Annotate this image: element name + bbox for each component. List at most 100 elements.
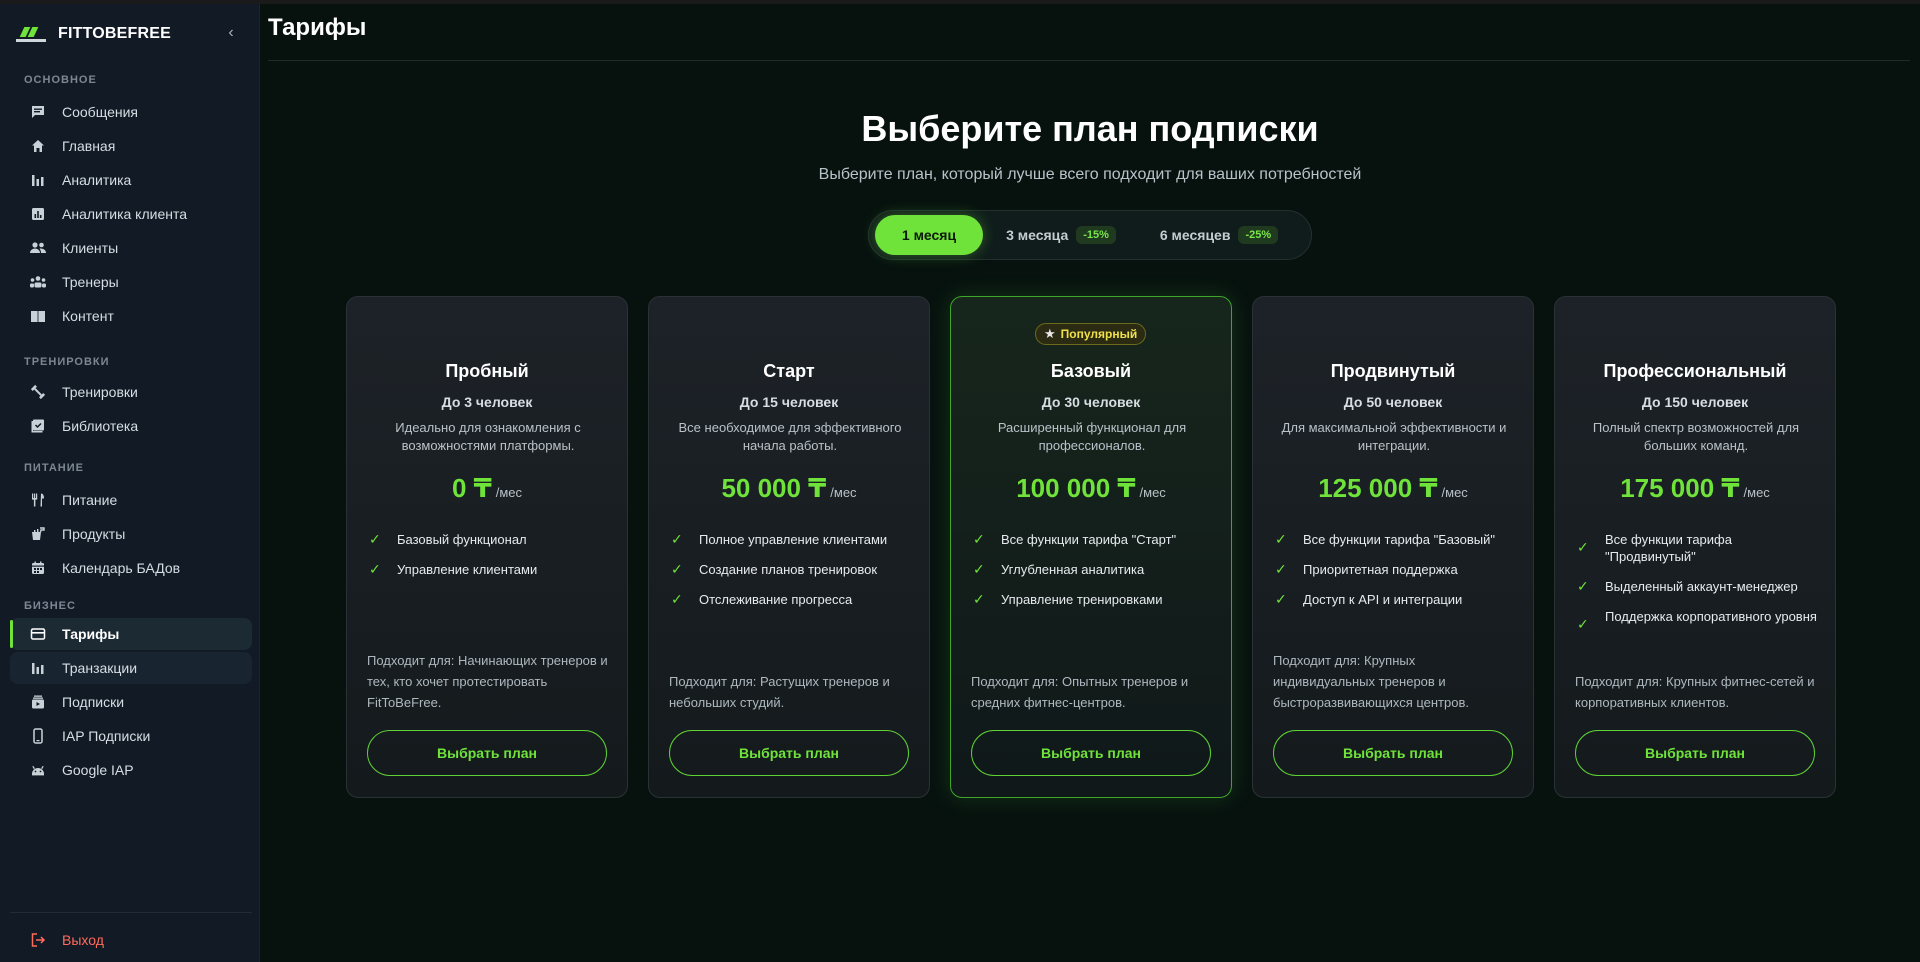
sidebar-item-google-iap[interactable]: Google IAP bbox=[10, 754, 252, 786]
sidebar-item-label: Тренировки bbox=[62, 384, 138, 400]
choose-plan-button[interactable]: Выбрать план bbox=[1575, 730, 1815, 776]
sidebar-item-tariffs[interactable]: Тарифы bbox=[10, 618, 252, 650]
sidebar-item-library[interactable]: Библиотека bbox=[10, 410, 252, 442]
billing-period-switch: 1 месяц 3 месяца -15% 6 месяцев -25% bbox=[868, 210, 1312, 260]
period-label: 3 месяца bbox=[1006, 227, 1069, 243]
sidebar-item-label: Сообщения bbox=[62, 104, 138, 120]
check-icon: ✓ bbox=[1577, 616, 1589, 632]
sidebar-item-label: Контент bbox=[62, 308, 114, 324]
check-icon: ✓ bbox=[1275, 531, 1287, 547]
plan-description: Полный спектр возможностей для больших к… bbox=[1592, 420, 1800, 453]
logout-label: Выход bbox=[62, 932, 104, 948]
hero-subtitle: Выберите план, который лучше всего подхо… bbox=[818, 166, 1362, 183]
plan-card-professional: Профессиональный До 150 человек Полный с… bbox=[1554, 296, 1836, 798]
sidebar-item-label: Подписки bbox=[62, 694, 125, 710]
sidebar-item-transactions[interactable]: Транзакции bbox=[10, 652, 252, 684]
plan-fit: Подходит для: Крупных индивидуальных тре… bbox=[1273, 653, 1469, 710]
feature-list: ✓ Базовый функционал ✓ Управление клиентам… bbox=[369, 531, 613, 591]
sidebar-item-home[interactable]: Главная bbox=[10, 130, 252, 162]
check-icon: ✓ bbox=[671, 591, 683, 607]
sidebar-item-label: Аналитика bbox=[62, 172, 132, 188]
price-value: 50 000 ₸ bbox=[721, 473, 827, 503]
sidebar-item-trainers[interactable]: Тренеры bbox=[10, 266, 252, 298]
sidebar-item-analytics[interactable]: Аналитика bbox=[10, 164, 252, 196]
brand-name: FITTOBEFREE bbox=[58, 25, 172, 42]
phone-icon bbox=[28, 726, 48, 746]
brand-logo-icon bbox=[16, 24, 46, 44]
choose-plan-button[interactable]: Выбрать план bbox=[971, 730, 1211, 776]
fork-knife-icon bbox=[28, 490, 48, 510]
logout-button[interactable]: Выход bbox=[10, 924, 252, 956]
plan-price: 100 000 ₸/мес bbox=[951, 473, 1231, 504]
sidebar-item-label: Клиенты bbox=[62, 240, 119, 256]
sidebar-item-nutrition[interactable]: Питание bbox=[10, 484, 252, 516]
sidebar-item-label: Аналитика клиента bbox=[62, 206, 188, 222]
sidebar-item-clients[interactable]: Клиенты bbox=[10, 232, 252, 264]
plan-card-trial: Пробный До 3 человек Идеально для ознако… bbox=[346, 296, 628, 798]
plan-price: 50 000 ₸/мес bbox=[649, 473, 929, 504]
section-title-main: ОСНОВНОЕ bbox=[24, 74, 97, 86]
check-icon: ✓ bbox=[369, 531, 381, 547]
feature-item: ✓ Отслеживание прогресса bbox=[671, 591, 853, 607]
sidebar-item-products[interactable]: Продукты bbox=[10, 518, 252, 550]
price-period: /мес bbox=[1139, 485, 1166, 500]
sidebar-item-label: IAP Подписки bbox=[62, 728, 151, 744]
period-3-months[interactable]: 3 месяца -15% bbox=[993, 215, 1129, 255]
header-divider bbox=[268, 60, 1910, 61]
feature-item: ✓ Управление клиентами bbox=[369, 561, 538, 577]
sidebar-item-subscriptions[interactable]: Подписки bbox=[10, 686, 252, 718]
bar-chart-icon bbox=[28, 170, 48, 190]
sidebar: FITTOBEFREE ‹ ОСНОВНОЕ Сообщения Главная… bbox=[0, 4, 260, 962]
price-value: 125 000 ₸ bbox=[1318, 473, 1438, 503]
check-icon: ✓ bbox=[1577, 539, 1589, 555]
feature-item: ✓ Углубленная аналитика bbox=[973, 561, 1145, 577]
check-icon: ✓ bbox=[973, 561, 985, 577]
choose-plan-button[interactable]: Выбрать план bbox=[367, 730, 607, 776]
plan-description: Идеально для ознакомления с возможностям… bbox=[395, 420, 581, 453]
chevron-left-icon[interactable]: ‹ bbox=[222, 24, 240, 42]
discount-badge: -25% bbox=[1238, 226, 1279, 244]
period-6-months[interactable]: 6 месяцев -25% bbox=[1139, 215, 1299, 255]
plan-fit: Подходит для: Растущих тренеров и неболь… bbox=[669, 674, 890, 710]
plan-description: Все необходимое для эффективного начала … bbox=[678, 420, 902, 453]
period-1-month[interactable]: 1 месяц bbox=[875, 215, 983, 255]
grocery-icon bbox=[28, 524, 48, 544]
period-label: 1 месяц bbox=[901, 227, 957, 243]
sidebar-item-workouts[interactable]: Тренировки bbox=[10, 376, 252, 408]
home-icon bbox=[28, 136, 48, 156]
feature-item: ✓ Приоритетная поддержка bbox=[1275, 561, 1458, 577]
popular-badge: ★ Популярный bbox=[1035, 323, 1147, 345]
feature-item: ✓ Создание планов тренировок bbox=[671, 561, 878, 577]
main-content: Тарифы Выберите план подписки Выберите п… bbox=[260, 4, 1920, 962]
choose-plan-button[interactable]: Выбрать план bbox=[1273, 730, 1513, 776]
choose-plan-button[interactable]: Выбрать план bbox=[669, 730, 909, 776]
sidebar-item-messages[interactable]: Сообщения bbox=[10, 96, 252, 128]
check-icon: ✓ bbox=[973, 591, 985, 607]
price-value: 0 ₸ bbox=[451, 473, 492, 503]
check-icon: ✓ bbox=[1275, 561, 1287, 577]
feature-item: ✓ Все функции тарифа "Базовый" bbox=[1275, 531, 1495, 547]
sidebar-item-label: Главная bbox=[62, 138, 116, 154]
page-title: Тарифы bbox=[268, 14, 367, 41]
plan-name: Профессиональный bbox=[1603, 361, 1787, 381]
sidebar-item-label: Продукты bbox=[62, 526, 126, 542]
check-icon: ✓ bbox=[1577, 578, 1589, 594]
price-period: /мес bbox=[495, 485, 523, 500]
plan-name: Базовый bbox=[1050, 361, 1132, 381]
check-icon: ✓ bbox=[369, 561, 381, 577]
sidebar-item-iap-subscriptions[interactable]: IAP Подписки bbox=[10, 720, 252, 752]
price-value: 175 000 ₸ bbox=[1620, 473, 1740, 503]
feature-list: ✓ Все функции тарифа "Продвинутый" ✓ Выдел… bbox=[1577, 531, 1821, 646]
groups-icon bbox=[28, 272, 48, 292]
feature-item: ✓ Базовый функционал bbox=[369, 531, 527, 547]
sidebar-item-content[interactable]: Контент bbox=[10, 300, 252, 332]
section-title-business: БИЗНЕС bbox=[24, 600, 76, 612]
sidebar-item-label: Транзакции bbox=[62, 660, 138, 676]
sidebar-item-supplements-calendar[interactable]: Календарь БАДов bbox=[10, 552, 252, 584]
section-title-nutrition: ПИТАНИЕ bbox=[24, 462, 84, 474]
plan-price: 125 000 ₸/мес bbox=[1253, 473, 1533, 504]
brand[interactable]: FITTOBEFREE bbox=[16, 20, 171, 48]
feature-list: ✓ Все функции тарифа "Базовый" ✓ Приоритет… bbox=[1275, 531, 1519, 621]
sidebar-item-client-analytics[interactable]: Аналитика клиента bbox=[10, 198, 252, 230]
logout-icon bbox=[28, 930, 48, 950]
